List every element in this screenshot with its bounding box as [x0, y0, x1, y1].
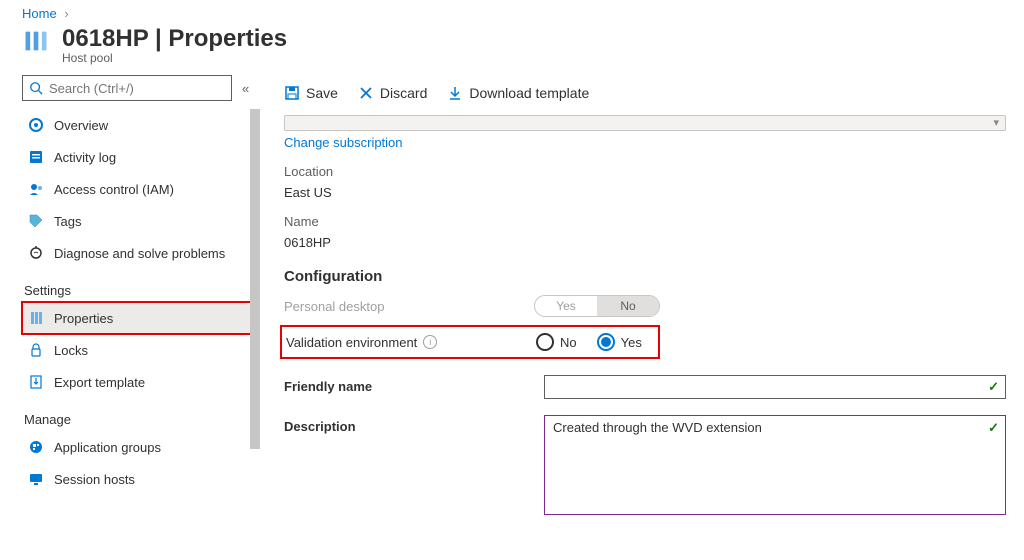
sidebar-item-overview[interactable]: Overview: [22, 109, 256, 141]
diagnose-icon: [28, 245, 44, 261]
sidebar-item-iam[interactable]: Access control (IAM): [22, 173, 256, 205]
sidebar-item-properties[interactable]: Properties: [22, 302, 256, 334]
validation-environment-row: Validation environment i No Yes: [280, 325, 660, 359]
personal-desktop-toggle: Yes No: [534, 295, 660, 317]
configuration-heading: Configuration: [284, 268, 1006, 285]
friendly-name-label: Friendly name: [284, 375, 544, 394]
description-row: Description Created through the WVD exte…: [284, 415, 1006, 515]
page-subtitle: Host pool: [62, 51, 287, 65]
sidebar: « Overview Activity log Access control (…: [0, 75, 256, 555]
friendly-name-row: Friendly name ✓: [284, 375, 1006, 399]
description-input[interactable]: Created through the WVD extension ✓: [544, 415, 1006, 515]
check-icon: ✓: [988, 420, 999, 436]
friendly-name-input[interactable]: ✓: [544, 375, 1006, 399]
save-button[interactable]: Save: [284, 85, 338, 101]
location-label: Location: [284, 164, 1006, 179]
properties-icon: [28, 310, 44, 326]
session-hosts-icon: [28, 471, 44, 487]
save-icon: [284, 85, 300, 101]
toggle-no: No: [597, 296, 659, 316]
application-groups-icon: [28, 439, 44, 455]
discard-button[interactable]: Discard: [358, 85, 427, 101]
collapse-sidebar-button[interactable]: «: [238, 81, 253, 96]
toggle-yes: Yes: [535, 296, 597, 316]
check-icon: ✓: [988, 379, 999, 395]
personal-desktop-row: Personal desktop Yes No: [284, 295, 1006, 317]
sidebar-scrollbar[interactable]: [250, 109, 260, 449]
download-icon: [447, 85, 463, 101]
search-icon: [29, 81, 43, 95]
activity-log-icon: [28, 149, 44, 165]
sidebar-item-export-template[interactable]: Export template: [22, 366, 256, 398]
name-value: 0618HP: [284, 235, 1006, 250]
sidebar-section-manage: Manage: [24, 412, 256, 427]
search-box[interactable]: [22, 75, 232, 101]
sidebar-item-activity-log[interactable]: Activity log: [22, 141, 256, 173]
location-field: Location East US: [284, 164, 1006, 200]
page-title: 0618HP | Properties: [62, 25, 287, 53]
breadcrumb-home[interactable]: Home: [22, 6, 57, 21]
sidebar-item-locks[interactable]: Locks: [22, 334, 256, 366]
sidebar-item-application-groups[interactable]: Application groups: [22, 431, 256, 463]
sidebar-item-session-hosts[interactable]: Session hosts: [22, 463, 256, 495]
export-template-icon: [28, 374, 44, 390]
validation-environment-label: Validation environment i: [282, 335, 536, 350]
radio-no[interactable]: No: [536, 333, 577, 351]
chevron-down-icon: ▾: [993, 116, 999, 129]
overview-icon: [28, 117, 44, 133]
change-subscription-link[interactable]: Change subscription: [284, 135, 1006, 150]
name-label: Name: [284, 214, 1006, 229]
name-field: Name 0618HP: [284, 214, 1006, 250]
download-template-button[interactable]: Download template: [447, 85, 589, 101]
lock-icon: [28, 342, 44, 358]
radio-yes[interactable]: Yes: [597, 333, 642, 351]
page-header: 0618HP | Properties Host pool: [0, 21, 1024, 75]
main-content: Save Discard Download template ▾ Change …: [256, 75, 1024, 555]
sidebar-item-tags[interactable]: Tags: [22, 205, 256, 237]
host-pool-icon: [22, 25, 50, 57]
location-value: East US: [284, 185, 1006, 200]
description-label: Description: [284, 415, 544, 434]
tags-icon: [28, 213, 44, 229]
personal-desktop-label: Personal desktop: [284, 299, 534, 314]
sidebar-section-settings: Settings: [24, 283, 256, 298]
discard-icon: [358, 85, 374, 101]
command-bar: Save Discard Download template: [284, 75, 1006, 111]
subscription-dropdown[interactable]: ▾: [284, 115, 1006, 131]
sidebar-item-diagnose[interactable]: Diagnose and solve problems: [22, 237, 256, 269]
breadcrumb: Home ›: [0, 0, 1024, 21]
info-icon[interactable]: i: [423, 335, 437, 349]
iam-icon: [28, 181, 44, 197]
search-input[interactable]: [49, 81, 225, 96]
chevron-right-icon: ›: [64, 6, 68, 21]
